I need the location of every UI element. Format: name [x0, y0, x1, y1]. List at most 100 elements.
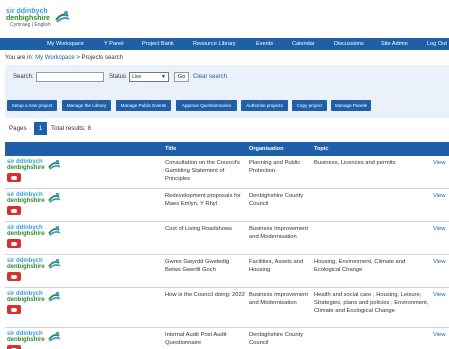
- row-logo-cell: sir ddinbych denbighshire: [5, 188, 163, 222]
- row-organisation: Business Improvement and Modernisation: [247, 287, 312, 328]
- view-link[interactable]: View: [431, 327, 449, 349]
- chevron-down-icon: ▼: [161, 74, 166, 80]
- status-select[interactable]: Live ▼: [129, 72, 169, 82]
- row-topic: Health and social care , Housing, Leisur…: [312, 287, 431, 328]
- row-title: Consultation on the Council's Gambling S…: [163, 156, 247, 189]
- setup-new-project-button[interactable]: Setup a new project: [7, 100, 57, 111]
- total-results: Total results: 8: [51, 125, 91, 132]
- nav-site-admin[interactable]: Site Admin: [381, 38, 408, 50]
- header-title[interactable]: Title: [163, 142, 247, 156]
- row-topic: [312, 188, 431, 222]
- row-organisation: Facilities, Assets and Housing: [247, 254, 312, 288]
- table-row[interactable]: sir ddinbych denbighshire Internal Audit P…: [5, 327, 449, 349]
- row-topic: Housing, Environment, Climate and Ecolog…: [312, 254, 431, 288]
- nav-project-bank[interactable]: Project Bank: [142, 38, 174, 50]
- logo-mark-icon: [48, 159, 61, 170]
- manage-library-button[interactable]: Manage the Library: [62, 100, 111, 111]
- row-topic: Business, Licences and permits: [312, 156, 431, 189]
- nav-calendar[interactable]: Calendar: [292, 38, 315, 50]
- denbighshire-logo[interactable]: sir ddinbych denbighshire Cymraeg | Engl…: [6, 8, 72, 30]
- row-logo-line-english: denbighshire: [7, 264, 45, 270]
- search-input[interactable]: [36, 72, 104, 82]
- nav-y-panel[interactable]: Y Panel: [104, 38, 124, 50]
- row-title: Internal Audit Post Audit Questionnaire: [163, 327, 247, 349]
- projects-table: Title Organisation Topic sir ddinbych den…: [5, 142, 449, 349]
- nav-events[interactable]: Events: [256, 38, 273, 50]
- row-title: Cost of Living Roadshows: [163, 221, 247, 255]
- logo-mark-icon: [48, 258, 61, 269]
- row-logo-cell: sir ddinbych denbighshire: [5, 327, 163, 349]
- row-logo: sir ddinbych denbighshire: [7, 192, 161, 218]
- row-logo-line-english: denbighshire: [7, 297, 45, 303]
- view-link[interactable]: View: [431, 188, 449, 222]
- row-title: Gwres Gwyrdd Gweledig Betws Gwerfil Goch: [163, 254, 247, 288]
- breadcrumb-link-my-workspace[interactable]: My Workspace: [35, 55, 75, 61]
- video-icon[interactable]: [7, 345, 21, 349]
- view-link[interactable]: View: [431, 254, 449, 288]
- main-nav: My Workspace Y Panel Project Bank Resour…: [0, 38, 449, 50]
- row-logo-line-english: denbighshire: [7, 165, 45, 171]
- row-logo-line-english: denbighshire: [7, 231, 45, 237]
- row-logo-line-english: denbighshire: [7, 198, 45, 204]
- row-logo-cell: sir ddinbych denbighshire: [5, 254, 163, 288]
- logo-mark-icon: [55, 11, 70, 23]
- row-title: Redevelopment proposals for Maes Emlyn, …: [163, 188, 247, 222]
- approve-questionnaires-button[interactable]: Approve Questionnaires: [176, 100, 237, 111]
- view-link[interactable]: View: [431, 156, 449, 189]
- row-logo: sir ddinbych denbighshire: [7, 331, 161, 349]
- logo-mark-icon: [48, 192, 61, 203]
- row-logo: sir ddinbych denbighshire: [7, 291, 161, 317]
- row-organisation: Planning and Public Protection: [247, 156, 312, 189]
- nav-my-workspace[interactable]: My Workspace: [47, 38, 84, 50]
- video-icon[interactable]: [7, 305, 21, 314]
- row-logo: sir ddinbych denbighshire: [7, 258, 161, 284]
- site-header: sir ddinbych denbighshire Cymraeg | Engl…: [0, 0, 449, 38]
- row-logo: sir ddinbych denbighshire: [7, 225, 161, 251]
- clear-search-link[interactable]: Clear search: [193, 74, 227, 80]
- nav-log-out[interactable]: Log Out: [427, 38, 447, 50]
- manage-public-events-button[interactable]: Manage Public Events: [116, 100, 171, 111]
- video-icon[interactable]: [7, 272, 21, 281]
- row-logo-cell: sir ddinbych denbighshire: [5, 221, 163, 255]
- table-row[interactable]: sir ddinbych denbighshire How is the Counc…: [5, 287, 449, 328]
- authorise-projects-button[interactable]: Authorise projects: [241, 100, 288, 111]
- pages-label: Pages: [9, 125, 27, 132]
- video-icon[interactable]: [7, 206, 21, 215]
- table-row[interactable]: sir ddinbych denbighshire Consultation on …: [5, 156, 449, 189]
- manage-panel-button[interactable]: Manage Panel▾: [331, 100, 371, 111]
- row-title: How is the Council doing: 2022: [163, 287, 247, 328]
- logo-mark-icon: [48, 291, 61, 302]
- row-topic: [312, 327, 431, 349]
- row-organisation: Business Improvement and Modernisation: [247, 221, 312, 255]
- view-link[interactable]: View: [431, 287, 449, 328]
- table-header-row: Title Organisation Topic: [5, 142, 449, 156]
- page-1-button[interactable]: 1: [34, 122, 47, 135]
- header-topic[interactable]: Topic: [312, 142, 431, 156]
- search-panel: Search: Status Live ▼ Go Clear search Se…: [5, 65, 449, 118]
- status-label: Status: [109, 74, 127, 80]
- video-icon[interactable]: [7, 239, 21, 248]
- copy-project-button[interactable]: Copy project: [292, 100, 327, 111]
- breadcrumb-current: > Projects search: [76, 55, 123, 61]
- search-label: Search:: [13, 74, 34, 80]
- table-row[interactable]: sir ddinbych denbighshire Cost of Living R…: [5, 221, 449, 255]
- table-row[interactable]: sir ddinbych denbighshire Redevelopment pr…: [5, 188, 449, 222]
- header-organisation[interactable]: Organisation: [247, 142, 312, 156]
- row-logo: sir ddinbych denbighshire: [7, 159, 161, 185]
- header-logo: [5, 142, 163, 156]
- nav-resource-library[interactable]: Resource Library: [193, 38, 236, 50]
- go-button[interactable]: Go: [174, 72, 189, 82]
- logo-mark-icon: [48, 225, 61, 236]
- status-select-value: Live: [132, 74, 142, 80]
- table-row[interactable]: sir ddinbych denbighshire Gwres Gwyrdd Gwe…: [5, 254, 449, 288]
- row-topic: [312, 221, 431, 255]
- row-logo-cell: sir ddinbych denbighshire: [5, 156, 163, 189]
- video-icon[interactable]: [7, 173, 21, 182]
- header-action: [431, 142, 449, 156]
- logo-mark-icon: [48, 331, 61, 342]
- row-organisation: Denbighshire County Council: [247, 327, 312, 349]
- row-logo-cell: sir ddinbych denbighshire: [5, 287, 163, 328]
- nav-discussions[interactable]: Discussions: [334, 38, 364, 50]
- breadcrumb: You are in: My Workspace > Projects sear…: [5, 55, 123, 61]
- view-link[interactable]: View: [431, 221, 449, 255]
